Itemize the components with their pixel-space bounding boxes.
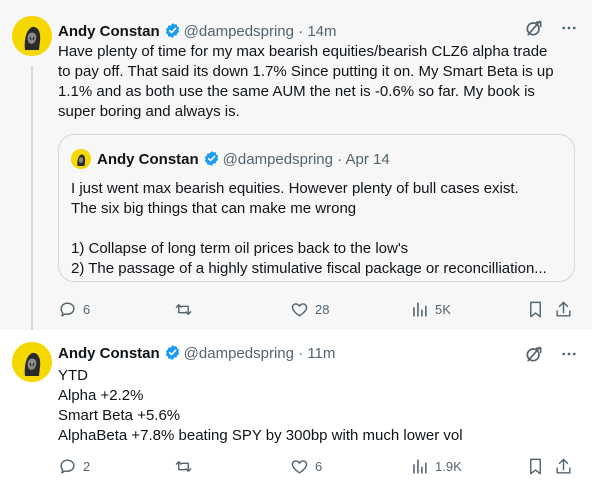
tweet-actions: 2 6 1.9K — [58, 457, 578, 477]
views-count: 1.9K — [435, 459, 462, 474]
quoted-text-line: 1) Collapse of long term oil prices back… — [71, 240, 409, 257]
like-button[interactable]: 6 — [290, 457, 322, 476]
quoted-tweet[interactable]: Andy Constan @dampedspring · Apr 14 I jus… — [58, 134, 575, 282]
tweet-text-line: Alpha +2.2% — [58, 387, 144, 404]
verified-badge-icon — [203, 150, 220, 173]
bookmark-icon — [530, 458, 541, 475]
reply-icon — [60, 302, 75, 317]
tweet-header: Andy Constan @dampedspring · 14m — [58, 22, 337, 44]
bookmark-button[interactable] — [526, 300, 545, 319]
grok-icon[interactable] — [524, 18, 544, 38]
grok-icon[interactable] — [524, 344, 544, 364]
bookmark-icon — [530, 301, 541, 318]
timestamp[interactable]: 11m — [307, 345, 335, 362]
right-edge — [592, 0, 612, 485]
more-icon[interactable] — [560, 19, 578, 37]
separator-dot: · — [298, 23, 304, 40]
like-count: 28 — [315, 302, 330, 317]
tweet[interactable]: Andy Constan @dampedspring · 14m Have ple… — [0, 0, 592, 330]
like-count: 6 — [315, 459, 323, 474]
author-name[interactable]: Andy Constan — [58, 23, 160, 40]
author-handle[interactable]: @dampedspring — [184, 345, 294, 362]
reply-button[interactable]: 2 — [58, 457, 90, 476]
views-icon — [413, 459, 427, 474]
quoted-avatar — [71, 149, 91, 169]
quoted-text-line: I just went max bearish equities. Howeve… — [71, 180, 519, 197]
share-button[interactable] — [554, 300, 573, 319]
retweet-button[interactable] — [174, 457, 199, 476]
retweet-button[interactable] — [174, 300, 199, 319]
verified-badge-icon — [164, 22, 181, 44]
verified-badge-icon — [164, 344, 181, 366]
tweet-text-line: YTD — [58, 367, 88, 384]
views-button[interactable]: 5K — [410, 300, 451, 319]
views-button[interactable]: 1.9K — [410, 457, 462, 476]
views-count: 5K — [435, 302, 451, 317]
share-icon — [556, 458, 571, 474]
thread-connector-line — [31, 66, 33, 342]
reply-button[interactable]: 6 — [58, 300, 90, 319]
quoted-author-handle: @dampedspring — [222, 151, 333, 168]
tweet-text-line: to pay off. That said its down 1.7% Sinc… — [58, 63, 554, 80]
like-icon — [291, 303, 308, 317]
tweet-actions: 6 28 5K — [58, 300, 578, 320]
tweet-text-line: super boring and always is. — [58, 103, 240, 120]
reply-count: 2 — [83, 459, 91, 474]
author-name[interactable]: Andy Constan — [58, 345, 160, 362]
tweet-text-line: Have plenty of time for my max bearish e… — [58, 43, 548, 60]
avatar-image — [12, 342, 52, 382]
quoted-text-line: 2) The passage of a highly stimulative f… — [71, 260, 547, 277]
quoted-tweet-header: Andy Constan @dampedspring · Apr 14 — [71, 149, 390, 173]
tweet-header: Andy Constan @dampedspring · 11m — [58, 344, 335, 366]
share-button[interactable] — [554, 457, 573, 476]
tweet-top-actions — [524, 344, 578, 364]
avatar[interactable] — [12, 16, 52, 56]
tweet-text-line: AlphaBeta +7.8% beating SPY by 300bp wit… — [58, 427, 463, 444]
reply-count: 6 — [83, 302, 91, 317]
separator-dot: · — [337, 151, 343, 168]
tweet[interactable]: Andy Constan @dampedspring · 11m YTD Alph… — [0, 330, 592, 485]
reply-icon — [60, 459, 75, 474]
like-icon — [291, 460, 308, 474]
tweet-text-line: 1.1% and as both use the same AUM the ne… — [58, 83, 535, 100]
share-icon — [556, 301, 571, 317]
separator-dot: · — [298, 345, 304, 362]
tweet-text-line: Smart Beta +5.6% — [58, 407, 181, 424]
retweet-icon — [175, 461, 192, 472]
retweet-icon — [175, 304, 192, 315]
quoted-text-blank-line — [71, 219, 566, 239]
like-button[interactable]: 28 — [290, 300, 329, 319]
quoted-timestamp: Apr 14 — [345, 151, 390, 168]
author-handle[interactable]: @dampedspring — [184, 23, 294, 40]
views-icon — [413, 302, 427, 317]
more-icon[interactable] — [560, 345, 578, 363]
avatar-image — [12, 16, 52, 56]
bookmark-button[interactable] — [526, 457, 545, 476]
tweet-top-actions — [524, 18, 578, 38]
quoted-tweet-text: I just went max bearish equities. Howeve… — [71, 179, 566, 279]
avatar[interactable] — [12, 342, 52, 382]
timestamp[interactable]: 14m — [307, 23, 336, 40]
tweet-text: Have plenty of time for my max bearish e… — [58, 42, 583, 122]
tweet-text: YTD Alpha +2.2% Smart Beta +5.6% AlphaBe… — [58, 366, 583, 446]
quoted-text-line: The six big things that can make me wron… — [71, 200, 357, 217]
quoted-author-name: Andy Constan — [97, 151, 199, 168]
